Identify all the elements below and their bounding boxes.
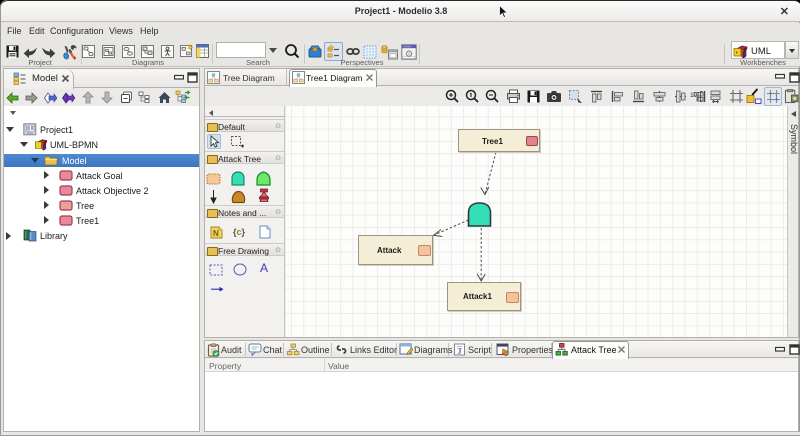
- svg-text:10: 10: [690, 92, 698, 99]
- svg-text:J: J: [458, 347, 462, 356]
- svg-text:N: N: [213, 229, 219, 238]
